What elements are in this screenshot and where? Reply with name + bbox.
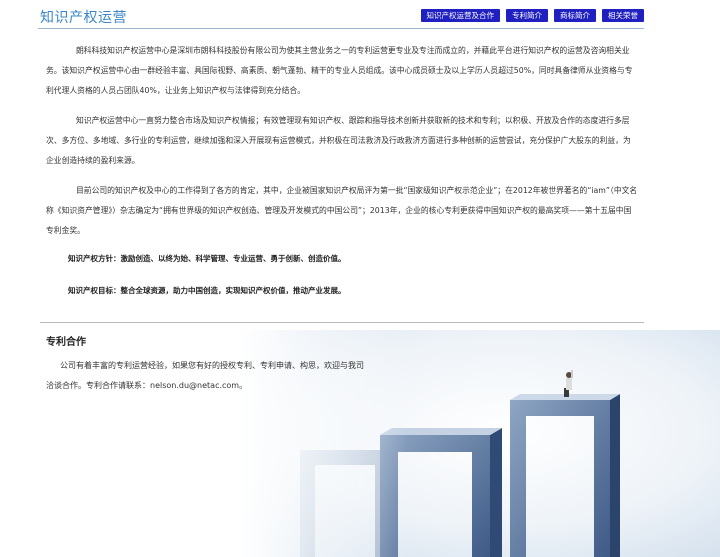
header-divider	[38, 28, 644, 29]
nav-trademark-intro-button[interactable]: 商标简介	[554, 9, 596, 22]
patent-cooperation-heading: 专利合作	[46, 337, 86, 348]
ip-goal-text: 知识产权目标：整合全球资源，助力中国创造，实现知识产权价值，推动产业发展。	[68, 286, 346, 295]
nav-honors-button[interactable]: 相关荣誉	[602, 9, 644, 22]
section-divider	[40, 322, 644, 323]
patent-cooperation-text: 公司有着丰富的专利运营经验，如果您有好的授权专利、专利申请、构思，欢迎与我司洽谈…	[46, 361, 364, 390]
intro-paragraph: 朗科科技知识产权运营中心是深圳市朗科科技股份有限公司为使其主营业务之一的专利运营…	[46, 46, 633, 95]
nav-patent-intro-button[interactable]: 专利简介	[506, 9, 548, 22]
ip-policy-text: 知识产权方针：激励创造、以终为始、科学管理、专业运营、勇于创新、创造价值。	[68, 254, 346, 263]
strategy-paragraph: 知识产权运营中心一直努力整合市场及知识产权情报；有效管理现有知识产权、跟踪和指导…	[46, 116, 631, 165]
top-nav: 知识产权运营及合作 专利简介 商标简介 相关荣誉	[420, 9, 644, 22]
page-title: 知识产权运营	[40, 10, 127, 26]
page-header: 知识产权运营 知识产权运营及合作 专利简介 商标简介 相关荣誉	[0, 0, 720, 30]
achievements-paragraph: 目前公司的知识产权及中心的工作得到了各方的肯定，其中，企业被国家知识产权局评为第…	[46, 186, 638, 235]
nav-ip-operation-button[interactable]: 知识产权运营及合作	[420, 9, 500, 22]
